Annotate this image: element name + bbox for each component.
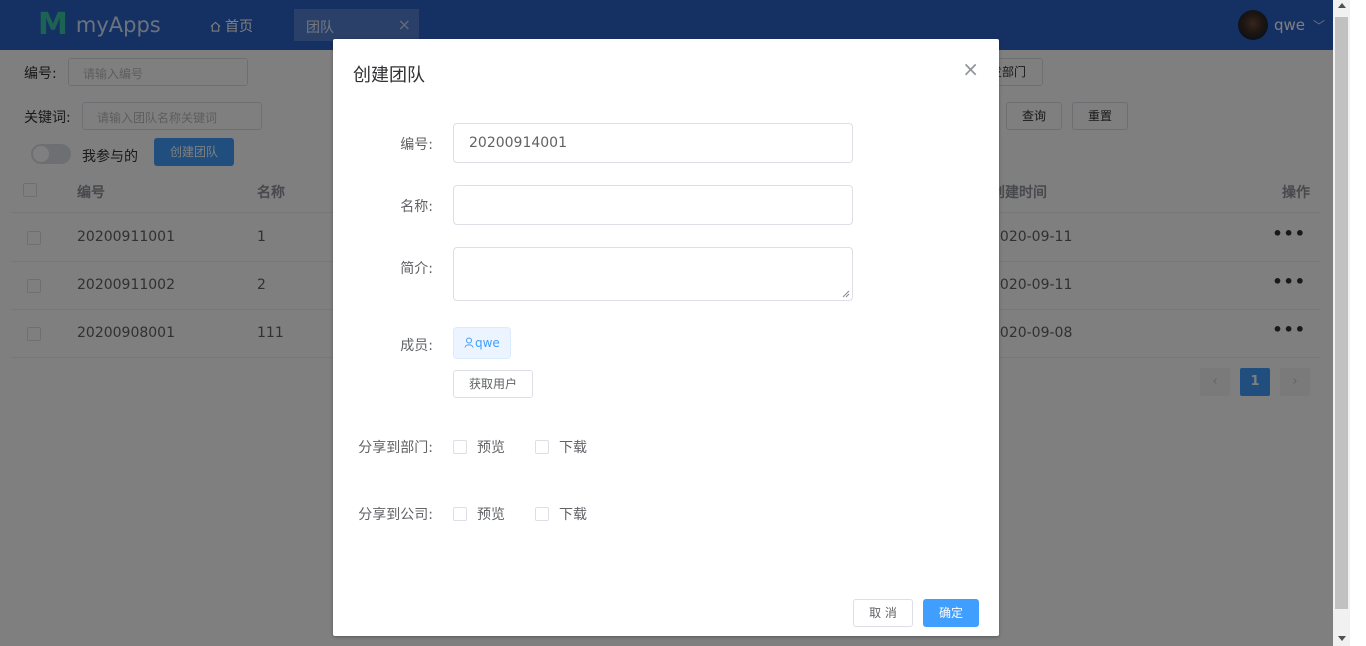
- cancel-button[interactable]: 取 消: [853, 599, 913, 627]
- dialog-name-label: 名称:: [400, 199, 433, 215]
- user-icon: [464, 337, 474, 348]
- checkbox-box: [453, 440, 467, 454]
- scrollbar-thumb[interactable]: [1335, 17, 1348, 609]
- member-tag[interactable]: qwe: [453, 327, 511, 359]
- checkbox-box: [535, 507, 549, 521]
- share-company-preview-checkbox[interactable]: 预览: [453, 504, 505, 524]
- resize-handle-icon[interactable]: [842, 290, 850, 298]
- dialog-name-input[interactable]: [453, 185, 853, 225]
- dialog-desc-label: 简介:: [400, 261, 433, 277]
- vertical-scrollbar[interactable]: [1333, 0, 1350, 646]
- dialog-title: 创建团队: [353, 65, 425, 86]
- checkbox-label: 下载: [559, 507, 587, 523]
- member-tag-label: qwe: [475, 336, 500, 350]
- dialog-desc-textarea[interactable]: [453, 247, 853, 301]
- checkbox-label: 预览: [477, 507, 505, 523]
- share-company-download-checkbox[interactable]: 下载: [535, 504, 587, 524]
- dialog-id-input[interactable]: 20200914001: [453, 123, 853, 163]
- scroll-up-arrow-icon[interactable]: [1338, 3, 1346, 8]
- dialog-id-label: 编号:: [400, 137, 433, 153]
- checkbox-label: 预览: [477, 440, 505, 456]
- confirm-button[interactable]: 确定: [923, 599, 979, 627]
- scroll-down-arrow-icon[interactable]: [1338, 636, 1346, 641]
- checkbox-box: [535, 440, 549, 454]
- dialog-members-label: 成员:: [400, 338, 433, 354]
- share-dept-label: 分享到部门:: [358, 440, 433, 456]
- share-company-label: 分享到公司:: [358, 507, 433, 523]
- checkbox-label: 下载: [559, 440, 587, 456]
- get-users-button[interactable]: 获取用户: [453, 370, 533, 398]
- share-dept-download-checkbox[interactable]: 下载: [535, 437, 587, 457]
- create-team-dialog: 创建团队 × 编号: 20200914001 名称: 简介: 成员: qwe 获…: [333, 39, 999, 636]
- close-icon[interactable]: ×: [962, 57, 979, 81]
- share-dept-preview-checkbox[interactable]: 预览: [453, 437, 505, 457]
- checkbox-box: [453, 507, 467, 521]
